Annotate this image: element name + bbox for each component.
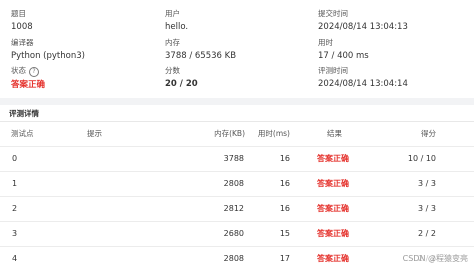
problem-label: 题目 (11, 9, 26, 18)
status-field: 状态? 答案正确 (11, 66, 45, 91)
time-cell: 17 (279, 254, 290, 263)
judge-time-field: 评测时间 2024/08/14 13:04:14 (318, 66, 408, 90)
table-row: 2 2812 16 答案正确 3 / 3 (0, 197, 474, 222)
case-id: 1 (12, 179, 18, 188)
column-time: 用时(ms) (257, 129, 290, 138)
memory-value: 3788 / 65536 KB (165, 51, 237, 61)
problem-value[interactable]: 1008 (11, 21, 33, 33)
score-cell: 3 / 3 (418, 179, 436, 188)
result-cell: 答案正确 (317, 154, 349, 163)
memory-label: 内存 (165, 38, 180, 47)
column-hint: 提示 (87, 129, 102, 138)
time-cell: 16 (279, 179, 290, 188)
submit-time-value: 2024/08/14 13:04:13 (318, 22, 408, 32)
case-id: 0 (12, 154, 18, 163)
judge-time-label: 评测时间 (318, 66, 348, 75)
memory-cell: 3788 (223, 154, 244, 163)
judge-details-header: 评测详情 (0, 105, 474, 122)
status-label-row: 状态? (11, 66, 45, 77)
submit-time-label: 提交时间 (318, 9, 348, 18)
help-circle-icon[interactable]: ? (29, 67, 39, 77)
score-value: 20 / 20 (165, 79, 198, 89)
score-field: 分数 20 / 20 (165, 66, 198, 90)
time-value: 17 / 400 ms (318, 51, 369, 61)
table-row: 0 3788 16 答案正确 10 / 10 (0, 147, 474, 172)
compiler-value: Python (python3) (11, 51, 85, 61)
column-result: 结果 (327, 129, 342, 138)
compiler-label: 编译器 (11, 38, 34, 47)
time-cell: 15 (279, 229, 290, 238)
score-cell: 3 / 3 (418, 204, 436, 213)
table-row: 3 2680 15 答案正确 2 / 2 (0, 222, 474, 247)
score-cell: 10 / 10 (407, 154, 436, 163)
user-value[interactable]: hello. (165, 21, 188, 33)
status-label: 状态 (11, 66, 26, 75)
time-cell: 16 (279, 204, 290, 213)
case-id: 4 (12, 254, 18, 263)
case-id: 3 (12, 229, 18, 238)
time-cell: 16 (279, 154, 290, 163)
result-cell: 答案正确 (317, 179, 349, 188)
watermark: CSDN @程猿变亮 (402, 254, 468, 264)
memory-cell: 2808 (223, 254, 244, 263)
judge-time-value: 2024/08/14 13:04:14 (318, 79, 408, 89)
compiler-field: 编译器 Python (python3) (11, 38, 85, 62)
time-label: 用时 (318, 38, 333, 47)
case-id: 2 (12, 204, 18, 213)
memory-cell: 2812 (223, 204, 244, 213)
submit-time-field: 提交时间 2024/08/14 13:04:13 (318, 9, 408, 33)
result-cell: 答案正确 (317, 204, 349, 213)
score-cell: 2 / 2 (418, 229, 436, 238)
memory-cell: 2808 (223, 179, 244, 188)
time-field: 用时 17 / 400 ms (318, 38, 369, 62)
column-case: 测试点 (11, 129, 34, 138)
table-row: 1 2808 16 答案正确 3 / 3 (0, 172, 474, 197)
problem-field: 题目 1008 (11, 9, 33, 33)
section-separator (0, 98, 474, 105)
table-header: 测试点 提示 内存(KB) 用时(ms) 结果 得分 (0, 122, 474, 147)
result-cell: 答案正确 (317, 229, 349, 238)
memory-cell: 2680 (223, 229, 244, 238)
memory-field: 内存 3788 / 65536 KB (165, 38, 236, 62)
score-label: 分数 (165, 66, 180, 75)
result-cell: 答案正确 (317, 254, 349, 263)
user-field: 用户 hello. (165, 9, 188, 33)
column-score: 得分 (421, 129, 436, 138)
judge-details-title: 评测详情 (9, 109, 39, 118)
submission-info-panel: 题目 1008 编译器 Python (python3) 状态? 答案正确 用户… (0, 0, 474, 98)
status-value: 答案正确 (11, 80, 46, 90)
judge-details-panel: 评测详情 测试点 提示 内存(KB) 用时(ms) 结果 得分 0 3788 1… (0, 105, 474, 268)
user-label: 用户 (165, 9, 180, 18)
